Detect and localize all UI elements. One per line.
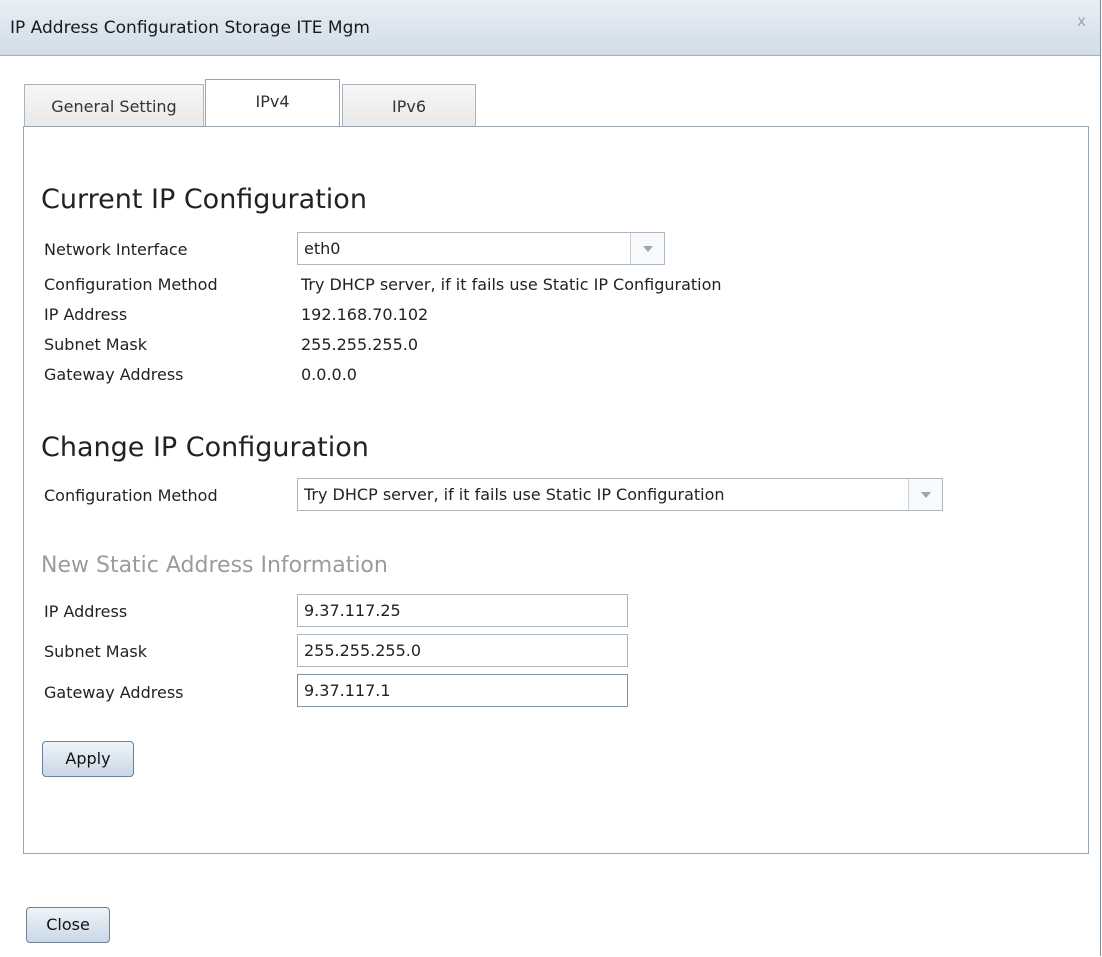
current-config-method-value: Try DHCP server, if it fails use Static … (301, 275, 722, 294)
current-subnet-value: 255.255.255.0 (301, 335, 419, 354)
apply-button[interactable]: Apply (42, 741, 134, 777)
static-gateway-input[interactable] (297, 674, 628, 707)
ip-config-dialog: IP Address Configuration Storage ITE Mgm… (0, 0, 1101, 956)
network-interface-value: eth0 (304, 239, 341, 258)
current-gateway-value: 0.0.0.0 (301, 365, 357, 384)
config-method-selected-value: Try DHCP server, if it fails use Static … (304, 485, 725, 504)
static-ip-label: IP Address (44, 602, 128, 621)
current-ip-value: 192.168.70.102 (301, 305, 429, 324)
network-interface-label: Network Interface (44, 240, 188, 259)
change-config-method-label: Configuration Method (44, 486, 218, 505)
network-interface-select[interactable]: eth0 (297, 232, 665, 265)
chevron-down-icon[interactable] (630, 233, 664, 264)
current-ip-label: IP Address (44, 305, 128, 324)
ipv4-panel: Current IP Configuration Network Interfa… (23, 126, 1089, 854)
static-gateway-label: Gateway Address (44, 683, 184, 702)
current-gateway-label: Gateway Address (44, 365, 184, 384)
current-config-method-label: Configuration Method (44, 275, 218, 294)
config-method-select[interactable]: Try DHCP server, if it fails use Static … (297, 478, 943, 511)
close-button[interactable]: Close (26, 907, 110, 943)
static-subnet-input[interactable] (297, 634, 628, 667)
change-config-heading: Change IP Configuration (41, 432, 369, 463)
static-address-heading: New Static Address Information (41, 553, 388, 578)
current-subnet-label: Subnet Mask (44, 335, 148, 354)
static-ip-input[interactable] (297, 594, 628, 627)
static-subnet-label: Subnet Mask (44, 642, 148, 661)
current-config-heading: Current IP Configuration (41, 184, 367, 215)
chevron-down-icon[interactable] (908, 479, 942, 510)
